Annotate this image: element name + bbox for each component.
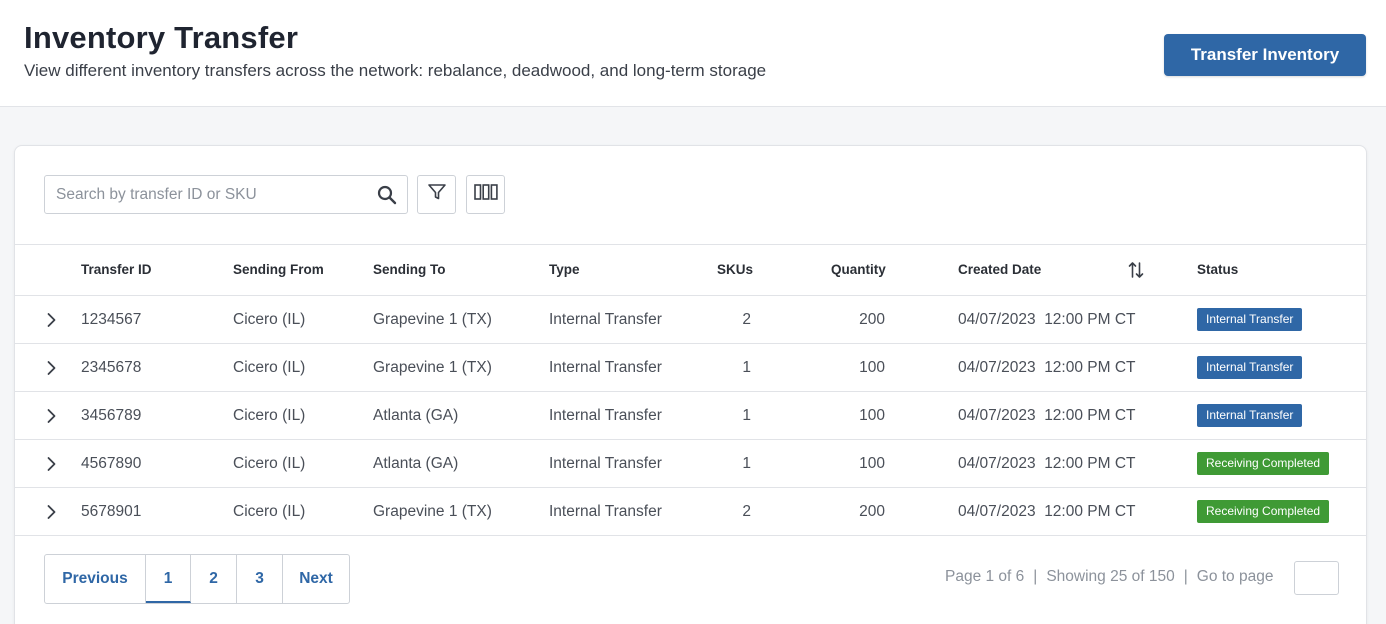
status-badge: Receiving Completed	[1197, 452, 1330, 475]
page-3-button[interactable]: 3	[237, 555, 283, 603]
cell-created-date: 04/07/2023 12:00 PM CT	[958, 359, 1136, 376]
column-header-type: Type	[549, 262, 580, 277]
cell-created-date: 04/07/2023 12:00 PM CT	[958, 311, 1136, 328]
cell-transfer-id: 3456789	[81, 407, 142, 424]
status-badge: Internal Transfer	[1197, 404, 1303, 427]
chevron-right-icon[interactable]	[45, 407, 59, 425]
cell-skus: 2	[742, 503, 751, 520]
cell-skus: 1	[742, 407, 751, 424]
cell-quantity: 200	[859, 311, 885, 328]
cell-sending-from: Cicero (IL)	[233, 503, 306, 520]
chevron-right-icon[interactable]	[45, 455, 59, 473]
cell-type: Internal Transfer	[549, 503, 662, 520]
cell-transfer-id: 2345678	[81, 359, 142, 376]
column-header-sending-from: Sending From	[233, 262, 324, 277]
transfer-inventory-button[interactable]: Transfer Inventory	[1164, 34, 1366, 76]
go-to-page-input[interactable]	[1294, 561, 1339, 595]
table-row[interactable]: 5678901 Cicero (IL) Grapevine 1 (TX) Int…	[15, 488, 1366, 536]
next-page-button[interactable]: Next	[283, 555, 349, 603]
cell-type: Internal Transfer	[549, 311, 662, 328]
cell-sending-from: Cicero (IL)	[233, 407, 306, 424]
separator: |	[1183, 568, 1188, 585]
columns-icon	[473, 183, 498, 206]
cell-sending-from: Cicero (IL)	[233, 311, 306, 328]
cell-skus: 2	[742, 311, 751, 328]
filter-icon	[427, 182, 447, 207]
status-badge: Receiving Completed	[1197, 500, 1330, 523]
search-input[interactable]	[45, 176, 365, 213]
cell-created-date: 04/07/2023 12:00 PM CT	[958, 407, 1136, 424]
pagination: Previous 1 2 3 Next	[44, 554, 350, 604]
cell-transfer-id: 1234567	[81, 311, 142, 328]
column-header-quantity: Quantity	[831, 262, 886, 277]
cell-sending-to: Grapevine 1 (TX)	[373, 503, 492, 520]
chevron-right-icon[interactable]	[45, 359, 59, 377]
cell-sending-to: Atlanta (GA)	[373, 455, 459, 472]
cell-created-date: 04/07/2023 12:00 PM CT	[958, 455, 1136, 472]
sort-icon[interactable]	[1128, 261, 1144, 279]
chevron-right-icon[interactable]	[45, 311, 59, 329]
table-row[interactable]: 3456789 Cicero (IL) Atlanta (GA) Interna…	[15, 392, 1366, 440]
previous-page-button[interactable]: Previous	[45, 555, 146, 603]
cell-transfer-id: 4567890	[81, 455, 142, 472]
page-header: Inventory Transfer View different invent…	[0, 0, 1386, 107]
cell-quantity: 100	[859, 359, 885, 376]
cell-sending-from: Cicero (IL)	[233, 455, 306, 472]
table-row[interactable]: 2345678 Cicero (IL) Grapevine 1 (TX) Int…	[15, 344, 1366, 392]
cell-quantity: 200	[859, 503, 885, 520]
search-icon[interactable]	[377, 185, 397, 205]
showing-count-text: Showing 25 of 150	[1046, 568, 1175, 585]
cell-sending-to: Grapevine 1 (TX)	[373, 359, 492, 376]
cell-skus: 1	[742, 359, 751, 376]
column-header-skus: SKUs	[717, 262, 754, 277]
cell-sending-to: Atlanta (GA)	[373, 407, 459, 424]
cell-quantity: 100	[859, 407, 885, 424]
separator: |	[1033, 568, 1038, 585]
column-header-status: Status	[1197, 262, 1239, 277]
column-header-transfer-id: Transfer ID	[81, 262, 152, 277]
cell-type: Internal Transfer	[549, 407, 662, 424]
search-box	[44, 175, 408, 214]
column-header-sending-to: Sending To	[373, 262, 446, 277]
go-to-page-label: Go to page	[1196, 568, 1274, 585]
page-2-button[interactable]: 2	[191, 555, 237, 603]
cell-sending-to: Grapevine 1 (TX)	[373, 311, 492, 328]
status-badge: Internal Transfer	[1197, 308, 1303, 331]
page-count-text: Page 1 of 6	[945, 568, 1025, 585]
table-row[interactable]: 1234567 Cicero (IL) Grapevine 1 (TX) Int…	[15, 296, 1366, 344]
filter-button[interactable]	[417, 175, 456, 214]
column-header-created-date: Created Date	[958, 262, 1042, 277]
page-1-button[interactable]: 1	[146, 555, 191, 603]
transfers-card: Transfer ID Sending From Sending To Type…	[14, 145, 1367, 624]
table-header: Transfer ID Sending From Sending To Type…	[15, 245, 1366, 296]
cell-created-date: 04/07/2023 12:00 PM CT	[958, 503, 1136, 520]
chevron-right-icon[interactable]	[45, 503, 59, 521]
transfers-table: Transfer ID Sending From Sending To Type…	[15, 244, 1366, 536]
columns-button[interactable]	[466, 175, 505, 214]
cell-quantity: 100	[859, 455, 885, 472]
cell-type: Internal Transfer	[549, 359, 662, 376]
cell-transfer-id: 5678901	[81, 503, 142, 520]
page-info: Page 1 of 6 | Showing 25 of 150 | Go to page	[945, 568, 1273, 586]
cell-type: Internal Transfer	[549, 455, 662, 472]
page-subtitle: View different inventory transfers acros…	[24, 61, 767, 80]
page-title: Inventory Transfer	[24, 20, 299, 55]
cell-skus: 1	[742, 455, 751, 472]
table-row[interactable]: 4567890 Cicero (IL) Atlanta (GA) Interna…	[15, 440, 1366, 488]
cell-sending-from: Cicero (IL)	[233, 359, 306, 376]
status-badge: Internal Transfer	[1197, 356, 1303, 379]
